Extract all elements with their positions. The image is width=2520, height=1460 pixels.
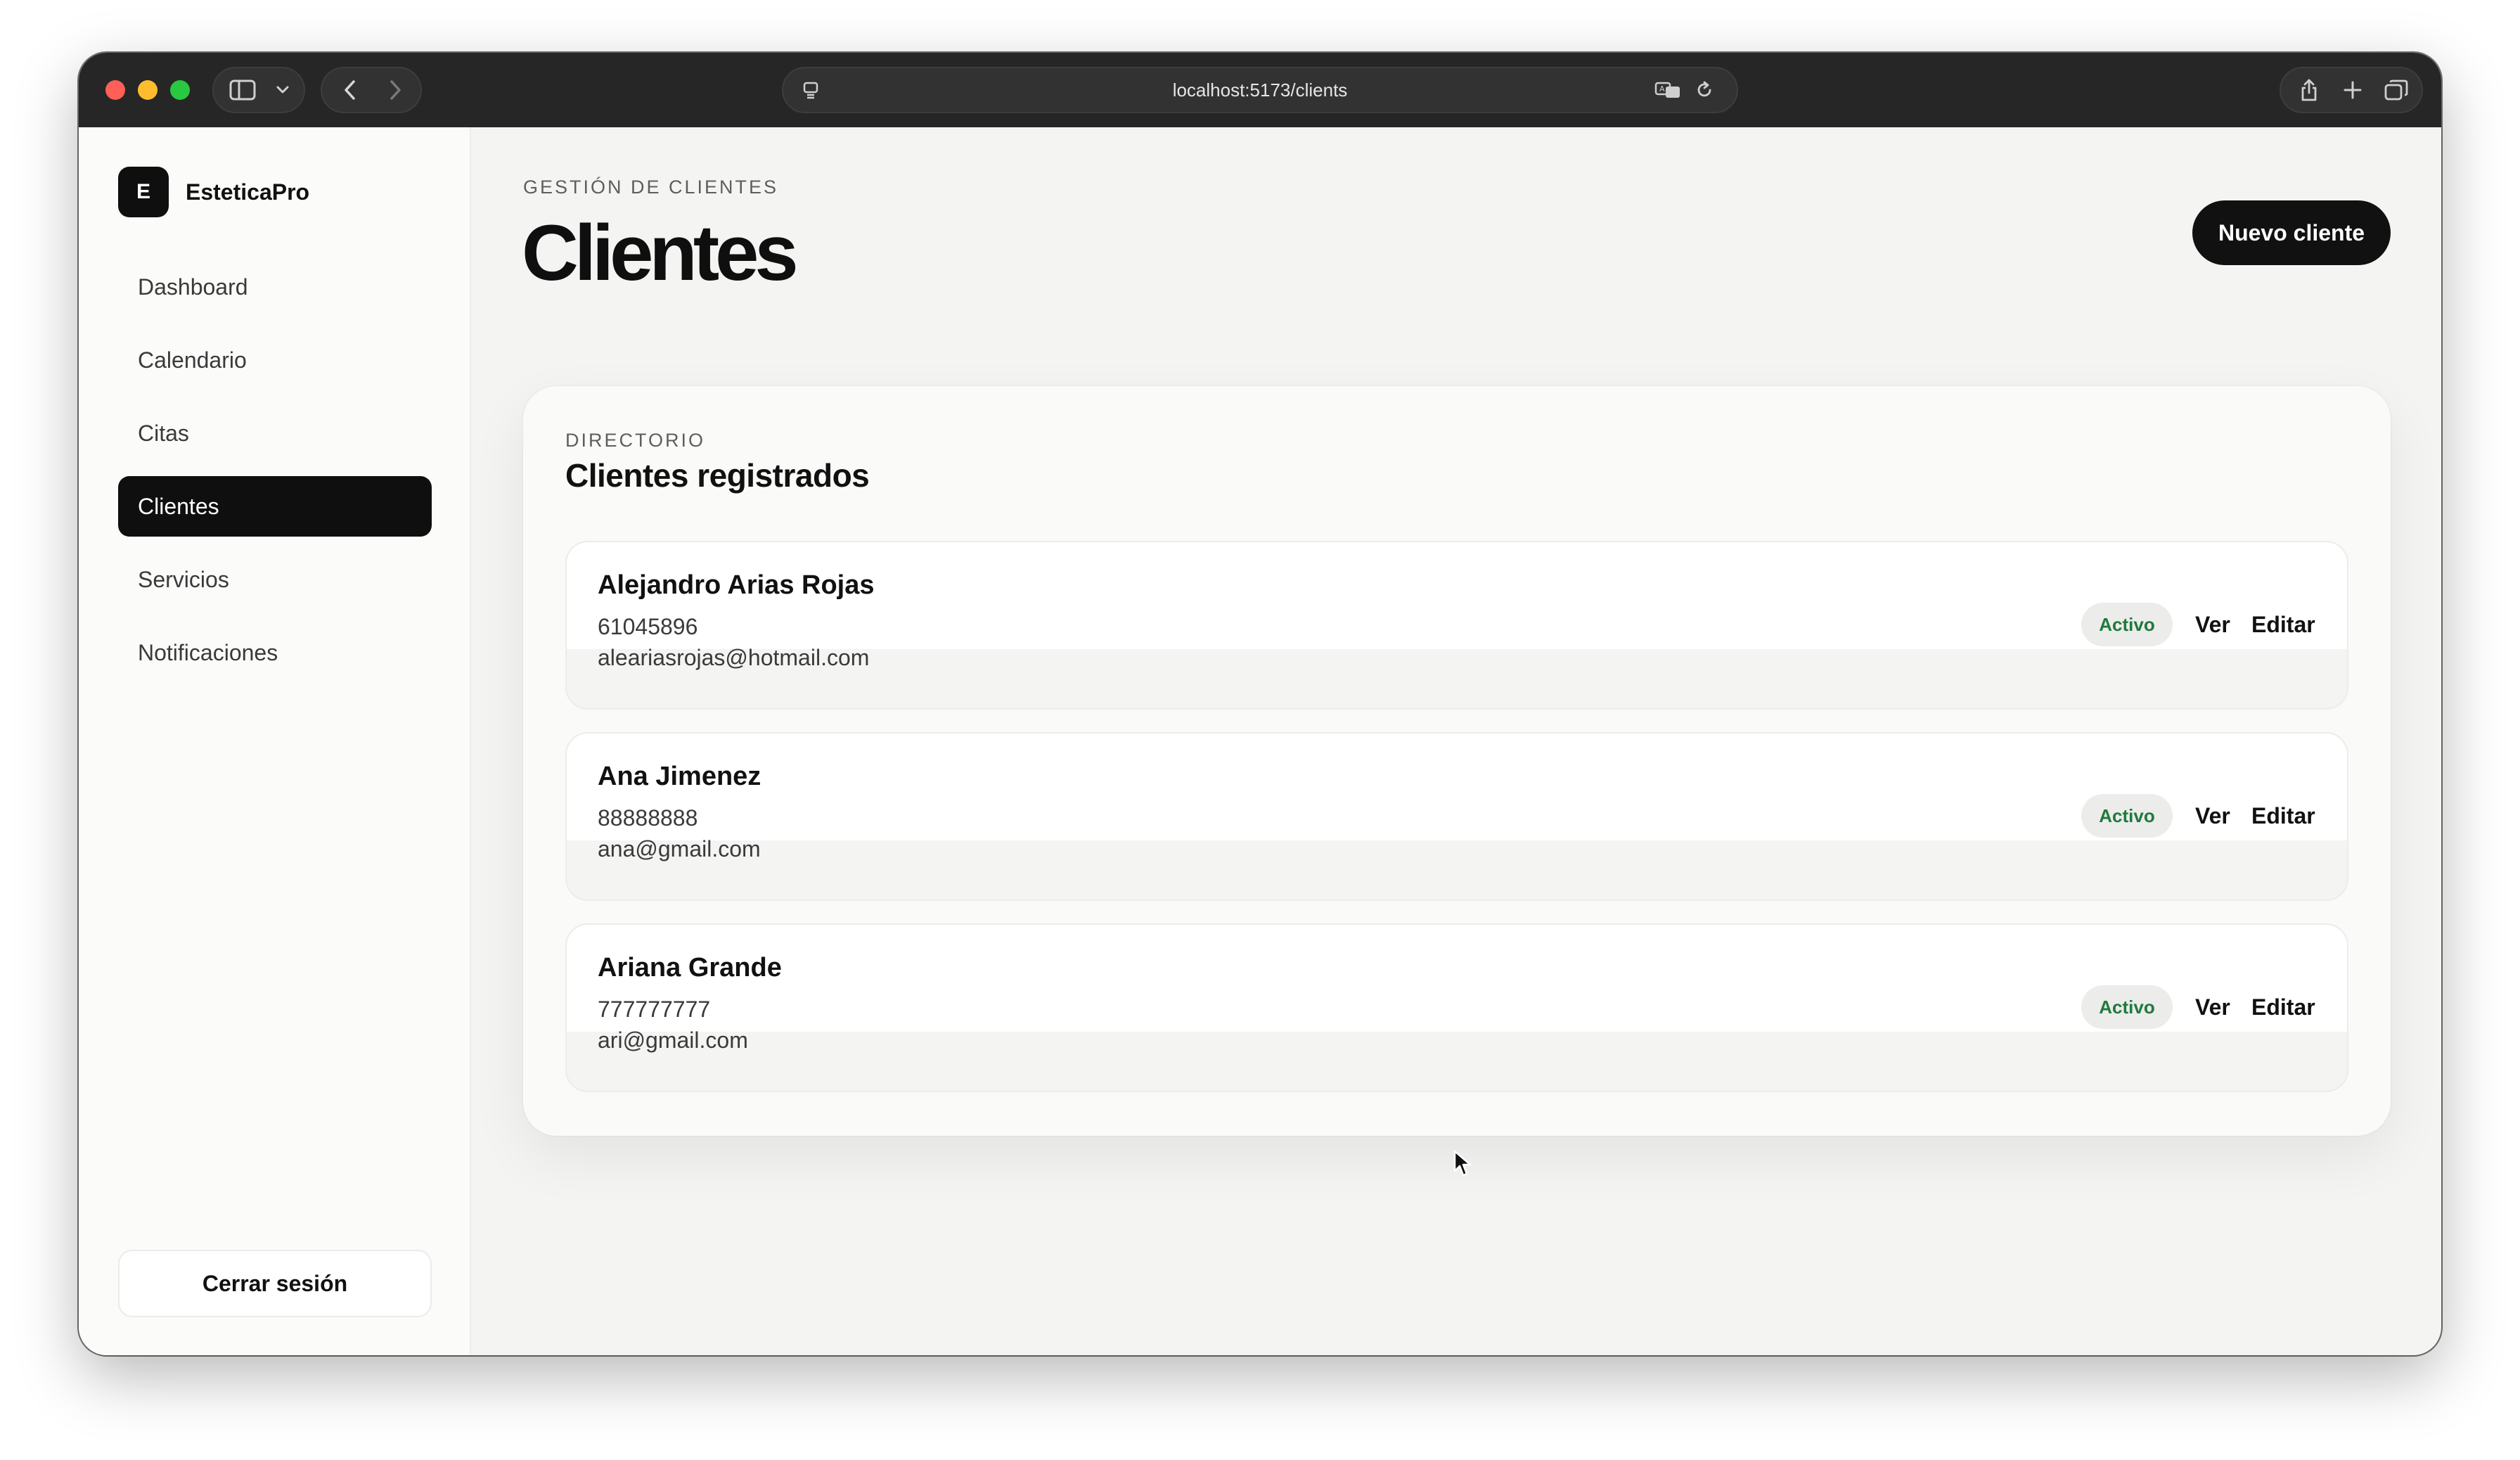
close-window-button[interactable] [105, 80, 125, 100]
client-name: Ariana Grande [598, 953, 782, 982]
new-client-button[interactable]: Nuevo cliente [2192, 200, 2391, 265]
directory-eyebrow: DIRECTORIO [565, 430, 706, 451]
sidebar-item-calendario[interactable]: Calendario [118, 330, 432, 390]
clients-directory-card: DIRECTORIO Clientes registrados Alejandr… [523, 386, 2391, 1136]
address-bar[interactable]: localhost:5173/clients A [782, 67, 1738, 113]
status-badge: Activo [2081, 794, 2173, 838]
navigation-group [321, 67, 422, 113]
svg-text:A: A [1659, 84, 1665, 94]
client-row: Alejandro Arias Rojas 61045896 aleariasr… [565, 541, 2348, 710]
client-phone: 88888888 [598, 805, 698, 831]
logout-button[interactable]: Cerrar sesión [118, 1250, 432, 1317]
sidebar-item-clientes[interactable]: Clientes [118, 476, 432, 537]
client-row: Ana Jimenez 88888888 ana@gmail.com Activ… [565, 732, 2348, 901]
client-row: Ariana Grande 777777777 ari@gmail.com Ac… [565, 923, 2348, 1092]
client-email: aleariasrojas@hotmail.com [598, 645, 870, 670]
brand-logo: E [118, 167, 169, 217]
main-content: GESTIÓN DE CLIENTES Clientes Nuevo clien… [471, 127, 2441, 1355]
page-eyebrow: GESTIÓN DE CLIENTES [523, 177, 779, 198]
client-email: ari@gmail.com [598, 1027, 748, 1053]
view-client-link[interactable]: Ver [2195, 794, 2230, 838]
client-name: Ana Jimenez [598, 762, 761, 791]
sidebar-toggle-group [212, 67, 305, 113]
view-client-link[interactable]: Ver [2195, 985, 2230, 1029]
tabs-overview-icon[interactable] [2375, 68, 2417, 112]
status-badge: Activo [2081, 603, 2173, 646]
browser-window: localhost:5173/clients A E EsteticaPro D… [79, 53, 2441, 1355]
forward-icon[interactable] [375, 68, 415, 112]
sidebar-item-citas[interactable]: Citas [118, 403, 432, 463]
client-phone: 61045896 [598, 614, 698, 639]
client-phone: 777777777 [598, 997, 711, 1022]
sidebar-item-dashboard[interactable]: Dashboard [118, 257, 432, 317]
brand-name: EsteticaPro [186, 179, 310, 205]
page-title: Clientes [522, 209, 799, 297]
sidebar-item-notificaciones[interactable]: Notificaciones [118, 622, 432, 683]
translate-icon[interactable]: A [1651, 68, 1686, 112]
sidebar-toggle-icon[interactable] [225, 68, 260, 112]
directory-title: Clientes registrados [565, 457, 870, 494]
edit-client-link[interactable]: Editar [2251, 794, 2315, 838]
view-client-link[interactable]: Ver [2195, 603, 2230, 646]
back-icon[interactable] [330, 68, 370, 112]
sidebar-item-servicios[interactable]: Servicios [118, 549, 432, 610]
share-icon[interactable] [2288, 68, 2330, 112]
reload-icon[interactable] [1689, 68, 1720, 112]
chevron-down-icon[interactable] [269, 68, 297, 112]
sidebar: E EsteticaPro Dashboard Calendario Citas… [79, 127, 471, 1355]
window-actions-group [2280, 67, 2423, 113]
mouse-cursor-icon [1453, 1150, 1472, 1182]
edit-client-link[interactable]: Editar [2251, 603, 2315, 646]
client-email: ana@gmail.com [598, 836, 761, 862]
edit-client-link[interactable]: Editar [2251, 985, 2315, 1029]
minimize-window-button[interactable] [138, 80, 158, 100]
status-badge: Activo [2081, 985, 2173, 1029]
browser-titlebar: localhost:5173/clients A [79, 53, 2441, 127]
zoom-window-button[interactable] [170, 80, 190, 100]
url-text: localhost:5173/clients [1172, 79, 1348, 101]
client-name: Alejandro Arias Rojas [598, 570, 875, 600]
new-tab-icon[interactable] [2332, 68, 2374, 112]
